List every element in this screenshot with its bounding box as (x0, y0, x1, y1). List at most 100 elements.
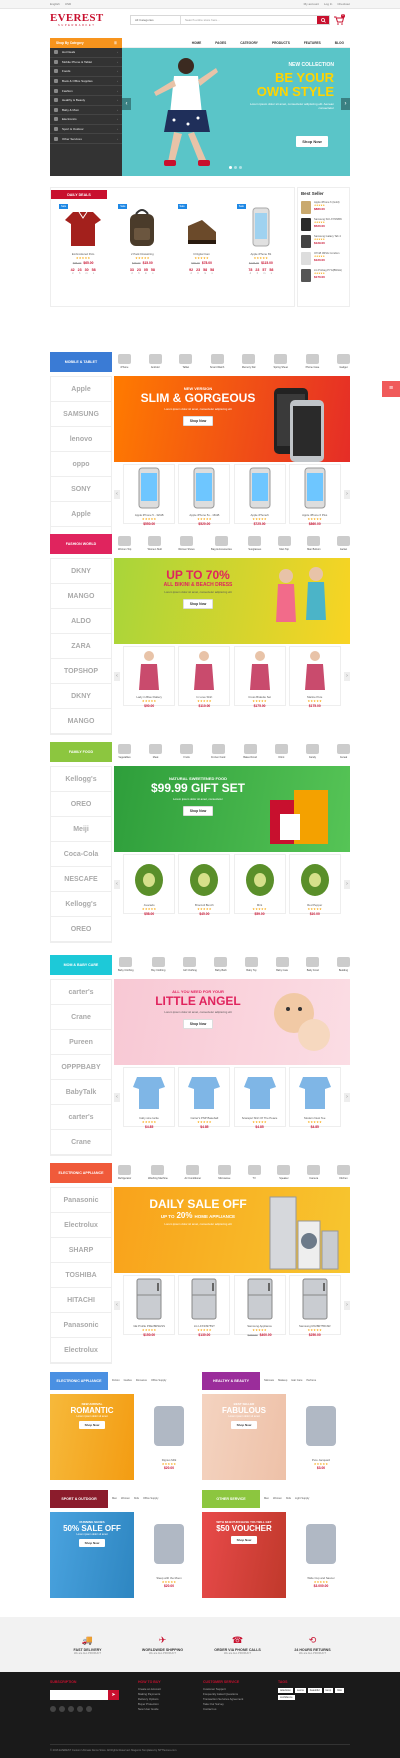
mobile-promo-banner[interactable]: NEW VERSION SLIM & GORGEOUS Lorem ipsum do… (114, 376, 350, 462)
subcategory-link[interactable]: Spring Sheet (273, 354, 288, 369)
brand-logo[interactable]: Kellogg's (51, 767, 111, 792)
subcategory-link[interactable]: Bedding (336, 957, 350, 972)
product-card[interactable]: Samsung Appliance ★★★★★ $420.00 $400.00 (233, 1275, 286, 1337)
mini-section-link[interactable]: Skincare (264, 1379, 274, 1382)
language-select[interactable]: English (50, 2, 60, 6)
product-card[interactable]: Avocado ★★★★★ $58.00 (123, 854, 176, 916)
nav-blog[interactable]: BLOG (335, 41, 344, 45)
subcategory-link[interactable]: Microwave (217, 1165, 231, 1180)
pinterest-icon[interactable] (77, 1706, 83, 1712)
sidebar-item[interactable]: Foods › (50, 67, 122, 77)
my-account-link[interactable]: My account (304, 2, 319, 6)
banner-shop-now-button[interactable]: Shop Now (183, 806, 213, 816)
subcategory-link[interactable]: Drink (274, 744, 288, 759)
banner-shop-now-button[interactable]: Shop Now (79, 1539, 105, 1547)
mini-section-link[interactable]: Makeup (278, 1379, 287, 1382)
subcategory-link[interactable]: Baby Food (306, 957, 320, 972)
product-card[interactable]: Pure Jacquard ★★★★★ $3.00 (292, 1394, 350, 1480)
footer-link[interactable]: Contact us (203, 1707, 243, 1712)
subcategory-link[interactable]: Cereal (337, 744, 350, 759)
carousel-next-button[interactable]: › (343, 671, 350, 681)
brand-logo[interactable]: DKNY (51, 684, 111, 709)
product-card[interactable]: Broccoli Bunch ★★★★★ $45.00 (178, 854, 231, 916)
electronic-section-tag[interactable]: ELECTRONIC APPLIANCE (50, 1163, 112, 1183)
mini-section-link[interactable]: Women (121, 1497, 130, 1500)
product-card[interactable]: Dignus Milk ★★★★★ $20.00 (140, 1394, 198, 1480)
subcategory-link[interactable]: Baby Toy (245, 957, 259, 972)
best-seller-item[interactable]: Samsung Galaxy Tab 4 ★★★★★ $129.00 (298, 233, 349, 250)
brand-logo[interactable]: Crane (51, 1130, 111, 1155)
footer-tag[interactable]: confidence (278, 1695, 295, 1700)
mini-section-link[interactable]: Hair Care (291, 1379, 302, 1382)
brand-logo[interactable]: SONY (51, 477, 111, 502)
deal-product-card[interactable]: Sale It Digital Cam ★★★★★ $90.00 $78.00 92 d 23… (173, 204, 230, 275)
subcategory-link[interactable]: TV (247, 1165, 261, 1180)
footer-tag[interactable]: beautiful (307, 1688, 322, 1693)
footer-tag[interactable]: ovens (294, 1688, 306, 1693)
subcategory-link[interactable]: Boy Clothing (151, 957, 165, 972)
mini-section-link[interactable]: Men (264, 1497, 269, 1500)
product-card[interactable]: Marine Pure ★★★★★ $175.00 (288, 646, 341, 708)
brand-logo[interactable]: ALDO (51, 609, 111, 634)
fashion-section-tag[interactable]: FASHION WORLD (50, 534, 112, 554)
logo[interactable]: EVEREST SUPERMARKET (50, 12, 103, 27)
mini-section-tag[interactable]: ELECTRONIC APPLIANCE (50, 1372, 108, 1390)
facebook-icon[interactable] (50, 1706, 56, 1712)
best-seller-item[interactable]: Samsung SCI-XYNNBN ★★★★★ $520.00 (298, 216, 349, 233)
subcategory-link[interactable]: Baby Clothing (118, 957, 134, 972)
nav-features[interactable]: FEATURES (304, 41, 321, 45)
category-select[interactable]: All Categories (131, 16, 181, 24)
subcategory-link[interactable]: Man Top (277, 536, 291, 551)
subcategory-link[interactable]: Girl Clothing (183, 957, 197, 972)
mini-section-link[interactable]: Men (112, 1497, 117, 1500)
mini-section-link[interactable]: Women (273, 1497, 282, 1500)
brand-logo[interactable]: TOSHIBA (51, 1263, 111, 1288)
footer-tag[interactable]: lamp (323, 1688, 334, 1693)
carousel-prev-button[interactable]: ‹ (114, 671, 120, 681)
product-card[interactable]: Red Pepper ★★★★★ $10.00 (288, 854, 341, 916)
mini-section-link[interactable]: Light Supply (295, 1497, 309, 1500)
product-card[interactable]: Lady in Blue Flattery ★★★★★ $90.00 (123, 646, 176, 708)
search-button[interactable] (317, 16, 329, 24)
best-seller-item[interactable]: Off 48 JMSG Condom ★★★★★ $120.00 (298, 250, 349, 267)
fashion-promo-banner[interactable]: UP TO 70% ALL BIKINI & BEACH DRESS Lorem i… (114, 558, 350, 644)
brand-logo[interactable]: Panasonic (51, 1188, 111, 1213)
newsletter-submit-button[interactable]: ➤ (108, 1690, 119, 1700)
sidebar-item[interactable]: Other Services › (50, 134, 122, 144)
mini-section-link[interactable]: Perfume (306, 1379, 316, 1382)
mini-section-link[interactable]: Office Supply (143, 1497, 158, 1500)
subcategory-link[interactable]: Kitchen (337, 1165, 350, 1180)
instagram-icon[interactable] (86, 1706, 92, 1712)
carousel-prev-button[interactable]: ‹ (114, 1092, 120, 1102)
brand-logo[interactable]: Coca-Cola (51, 842, 111, 867)
brand-logo[interactable]: Apple (51, 377, 111, 402)
mini-promo-banner[interactable]: RUNNING SHOES 50% SALE OFF Lorem ipsum dol… (50, 1512, 134, 1598)
food-section-tag[interactable]: FAMILY FOOD (50, 742, 112, 762)
brand-logo[interactable]: NESCAFE (51, 867, 111, 892)
mini-section-link[interactable]: Guides (124, 1379, 132, 1382)
twitter-icon[interactable] (59, 1706, 65, 1712)
mini-promo-banner[interactable]: WITH $249 PURCHASE YOU WILL GET $50 VOUCH… (202, 1512, 286, 1598)
brand-logo[interactable]: DKNY (51, 559, 111, 584)
subcategory-link[interactable]: Baby Bath (214, 957, 228, 972)
brand-logo[interactable]: lenovo (51, 427, 111, 452)
product-card[interactable]: Scarapul Shirt Of The Peace ★★★★★ $4.85 (233, 1067, 286, 1129)
nav-products[interactable]: PRODUCTS (272, 41, 290, 45)
subcategory-link[interactable]: Sunglasses (248, 536, 262, 551)
subcategory-link[interactable]: Gadget (336, 354, 350, 369)
subcategory-link[interactable]: Refrigerator (118, 1165, 131, 1180)
banner-shop-now-button[interactable]: Shop Now (231, 1421, 257, 1429)
sidebar-item[interactable]: Fashion › (50, 86, 122, 96)
mobile-section-tag[interactable]: MOBILE & TABLET (50, 352, 112, 372)
brand-logo[interactable]: Apple (51, 502, 111, 527)
brand-logo[interactable]: carter's (51, 980, 111, 1005)
subcategory-link[interactable]: Frozen Food (211, 744, 225, 759)
mini-promo-banner[interactable]: BEST SELLER FABULOUS Lorem ipsum dolor sit… (202, 1394, 286, 1480)
product-card[interactable]: Mint ★★★★★ $59.00 (233, 854, 286, 916)
banner-shop-now-button[interactable]: Shop Now (183, 599, 213, 609)
subcategory-link[interactable]: Android (148, 354, 162, 369)
google-plus-icon[interactable] (68, 1706, 74, 1712)
subcategory-link[interactable]: Baked Food (243, 744, 257, 759)
carousel-prev-button[interactable]: ‹ (114, 489, 120, 499)
product-card[interactable]: Apple iPhone 6 Plus ★★★★★ $860.00 (288, 464, 341, 526)
